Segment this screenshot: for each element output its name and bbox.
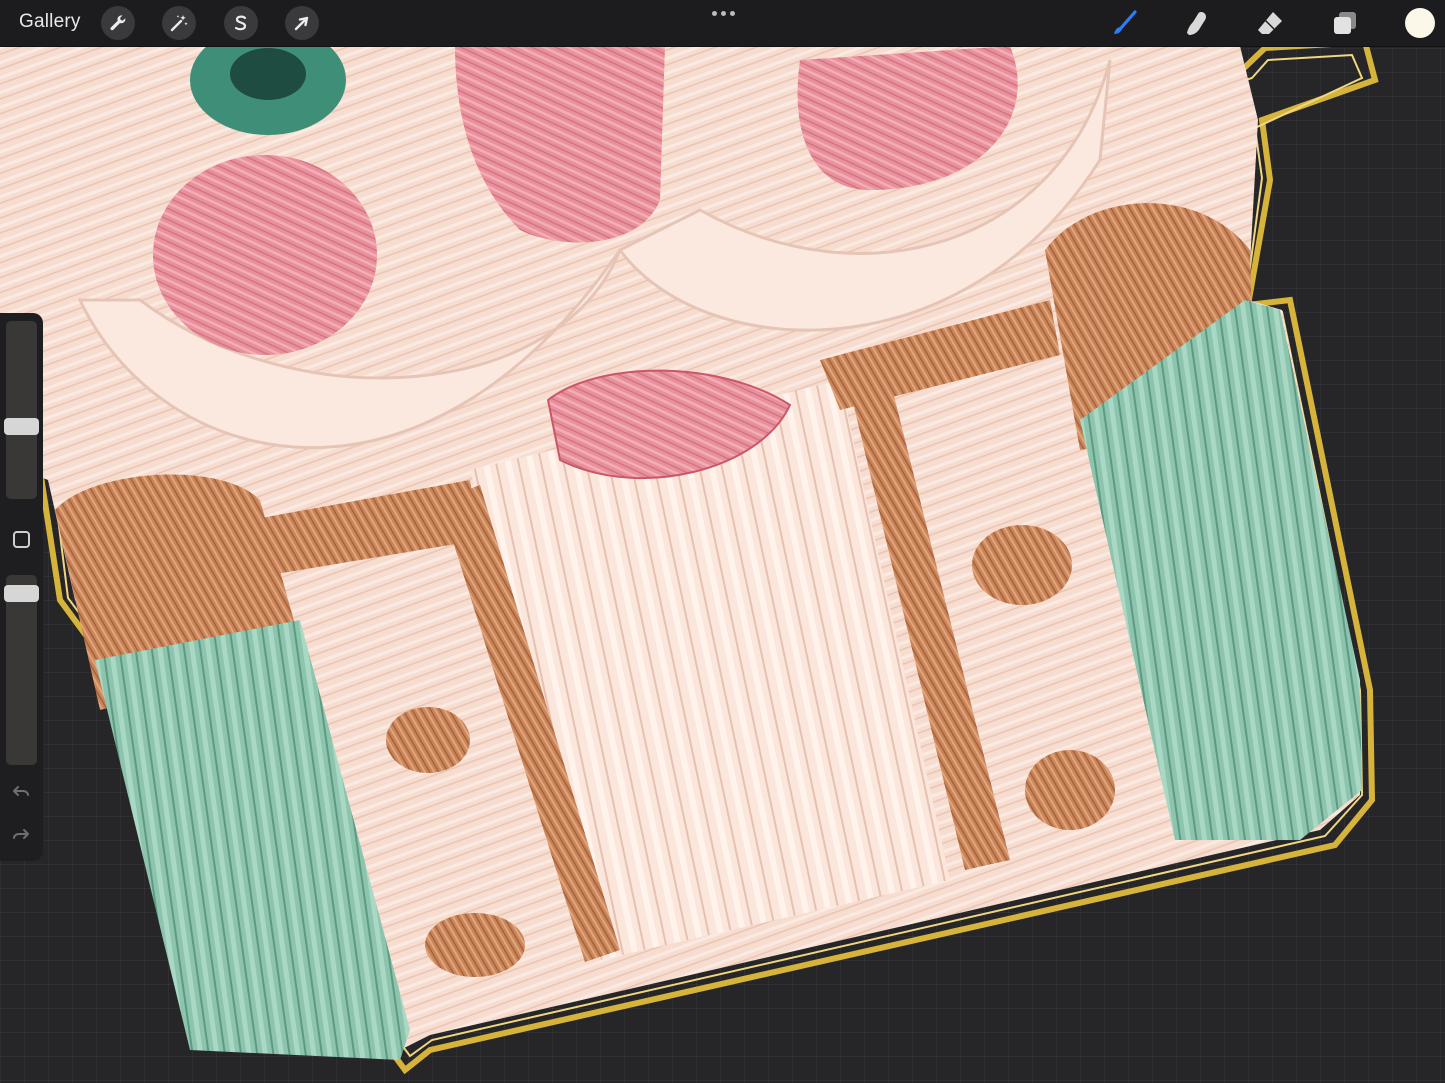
button-2 (425, 913, 525, 977)
left-sidebar (0, 313, 43, 861)
brush-icon (1114, 10, 1137, 34)
brush-size-handle[interactable] (4, 418, 39, 435)
button-3 (972, 525, 1072, 605)
opacity-handle[interactable] (4, 585, 39, 602)
button-4 (1025, 750, 1115, 830)
more-options-button[interactable] (709, 5, 737, 21)
selection-button[interactable] (224, 6, 258, 40)
arrow-cursor-icon (294, 16, 309, 31)
smudge-button[interactable] (1179, 6, 1215, 40)
modify-square-icon[interactable] (13, 531, 30, 548)
eye-pupil (230, 48, 306, 100)
redo-button[interactable] (10, 823, 32, 845)
brush-button[interactable] (1106, 6, 1142, 40)
top-toolbar: Gallery (0, 0, 1445, 47)
smudge-finger-icon (1187, 12, 1206, 35)
selection-s-icon (234, 15, 247, 31)
transform-button[interactable] (285, 6, 319, 40)
dot-icon (720, 10, 726, 16)
redo-icon (13, 829, 29, 839)
undo-button[interactable] (10, 780, 32, 802)
button-1 (386, 707, 470, 773)
left-cheek (153, 155, 377, 355)
artwork-canvas[interactable] (0, 0, 1445, 1083)
eraser-icon (1258, 12, 1282, 34)
dot-icon (711, 10, 717, 16)
color-picker-swatch[interactable] (1405, 8, 1435, 38)
layers-button[interactable] (1327, 6, 1363, 40)
undo-icon (13, 786, 29, 796)
eraser-button[interactable] (1252, 6, 1288, 40)
dot-icon (729, 10, 735, 16)
wrench-icon (110, 15, 126, 31)
actions-button[interactable] (101, 6, 135, 40)
layers-icon (1334, 12, 1356, 34)
adjustments-button[interactable] (162, 6, 196, 40)
opacity-slider[interactable] (6, 575, 37, 765)
brush-size-slider[interactable] (6, 321, 37, 499)
gallery-button[interactable]: Gallery (19, 11, 81, 33)
magic-wand-icon (170, 15, 188, 32)
